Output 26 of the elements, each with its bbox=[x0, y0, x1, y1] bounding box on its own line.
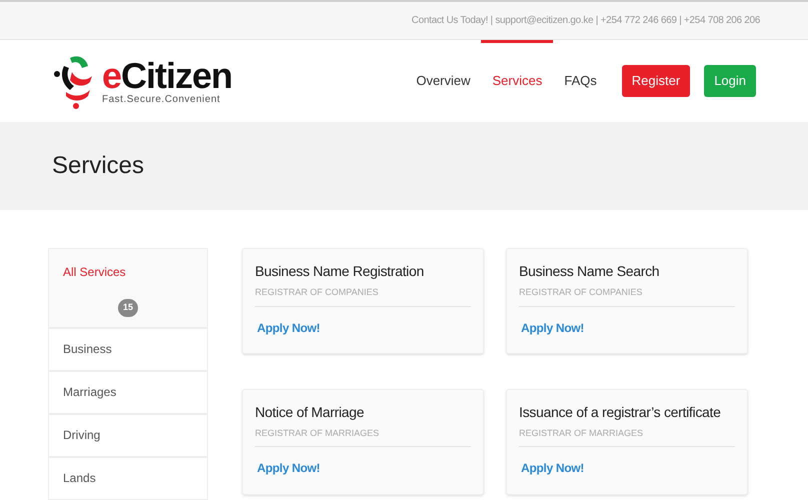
sidebar-item[interactable]: Marriages bbox=[49, 372, 207, 414]
apply-link[interactable]: Apply Now! bbox=[521, 318, 584, 336]
card-title: Issuance of a registrar’s certificate bbox=[519, 402, 722, 422]
register-button[interactable]: Register bbox=[622, 65, 690, 97]
sidebar-item[interactable]: Business bbox=[49, 328, 207, 372]
count-badge: 15 bbox=[118, 299, 138, 316]
logo-tagline: Fast.Secure.Convenient bbox=[102, 94, 222, 104]
logo-text: eCitizen bbox=[102, 58, 232, 94]
login-button[interactable]: Login bbox=[704, 65, 756, 97]
card-subtitle: REGISTRAR OF MARRIAGES bbox=[255, 426, 471, 448]
apply-link[interactable]: Apply Now! bbox=[521, 459, 584, 478]
page-title: Services bbox=[52, 151, 144, 181]
nav-link[interactable]: Overview bbox=[405, 40, 482, 122]
sidebar-item-label: All Services bbox=[63, 264, 127, 281]
apply-link[interactable]: Apply Now! bbox=[257, 318, 320, 336]
sidebar-item[interactable]: Lands bbox=[49, 458, 207, 500]
nav-link[interactable]: FAQs bbox=[553, 40, 608, 122]
card-title: Business Name Registration bbox=[255, 262, 425, 281]
sidebar-item[interactable]: Driving bbox=[49, 414, 207, 458]
card-subtitle: REGISTRAR OF COMPANIES bbox=[255, 286, 471, 306]
apply-link[interactable]: Apply Now! bbox=[257, 459, 320, 478]
contact-text: Contact Us Today! | support@ecitizen.go.ke | +254 772 246 669 | +254 708 206 206 bbox=[412, 14, 760, 28]
card-subtitle: REGISTRAR OF MARRIAGES bbox=[519, 426, 735, 448]
card-title: Notice of Marriage bbox=[255, 402, 365, 422]
card-subtitle: REGISTRAR OF COMPANIES bbox=[519, 286, 735, 306]
card-title: Business Name Search bbox=[519, 262, 660, 281]
